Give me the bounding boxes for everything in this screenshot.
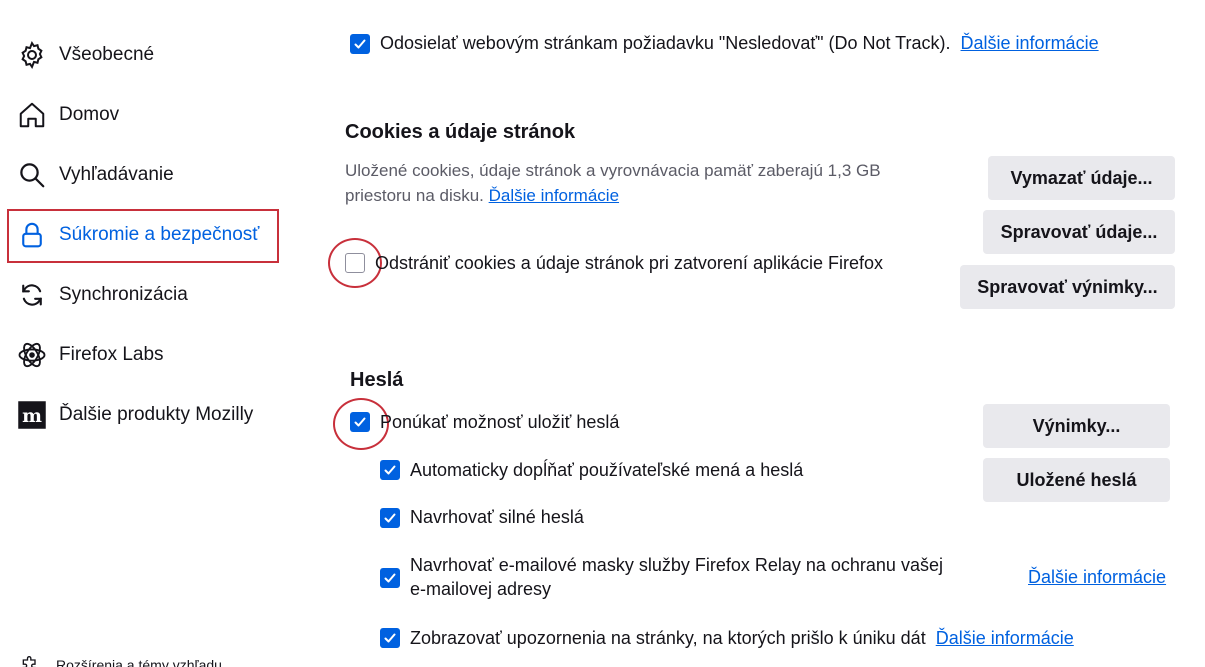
passwords-heading: Heslá [350, 369, 404, 391]
sidebar-item-label: Vyhľadávanie [59, 164, 174, 185]
breach-learn-more-link[interactable]: Ďalšie informácie [936, 628, 1074, 648]
checkmark-icon [384, 633, 396, 643]
sidebar-item-label: Synchronizácia [59, 284, 188, 305]
gear-icon [16, 39, 48, 71]
sidebar-item-home[interactable]: Domov [16, 95, 119, 135]
sync-icon [16, 279, 48, 311]
dnt-checkbox[interactable] [350, 34, 370, 54]
suggest-strong-passwords-label: Navrhovať silné heslá [410, 507, 584, 527]
mozilla-icon: m [16, 399, 48, 431]
checkmark-icon [384, 465, 396, 475]
home-icon [16, 99, 48, 131]
relay-masks-checkbox[interactable] [380, 568, 400, 588]
manage-data-button[interactable]: Spravovať údaje... [983, 210, 1175, 254]
checkmark-icon [384, 573, 396, 583]
password-exceptions-button[interactable]: Výnimky... [983, 404, 1170, 448]
dnt-learn-more-link[interactable]: Ďalšie informácie [961, 33, 1099, 53]
checkmark-icon [354, 39, 366, 49]
relay-masks-label: Navrhovať e-mailové masky služby Firefox… [410, 555, 943, 599]
sidebar-item-label: Ďalšie produkty Mozilly [59, 404, 254, 425]
sidebar-item-label: Všeobecné [59, 44, 155, 65]
sidebar: Všeobecné Domov Vyhľadávanie Súkromie a … [0, 0, 300, 667]
checkmark-icon [384, 513, 396, 523]
dnt-label: Odosielať webovým stránkam požiadavku "N… [380, 33, 1099, 53]
autofill-logins-checkbox[interactable] [380, 460, 400, 480]
lock-icon [16, 219, 48, 251]
sidebar-item-extensions[interactable]: Rozšírenia a témy vzhľadu [20, 655, 222, 667]
breach-alerts-checkbox[interactable] [380, 628, 400, 648]
delete-cookies-on-close-checkbox[interactable] [345, 253, 365, 273]
sidebar-item-label: Súkromie a bezpečnosť [59, 224, 260, 245]
checkmark-icon [354, 417, 366, 427]
cookies-learn-more-link[interactable]: Ďalšie informácie [489, 186, 619, 205]
labs-icon [16, 339, 48, 371]
relay-learn-more-link[interactable]: Ďalšie informácie [1028, 567, 1166, 588]
sidebar-item-labs[interactable]: Firefox Labs [16, 335, 164, 375]
sidebar-item-sync[interactable]: Synchronizácia [16, 275, 188, 315]
sidebar-item-label: Domov [59, 104, 120, 125]
suggest-strong-passwords-checkbox[interactable] [380, 508, 400, 528]
search-icon [16, 159, 48, 191]
sidebar-item-search[interactable]: Vyhľadávanie [16, 155, 174, 195]
puzzle-icon [20, 655, 40, 667]
breach-alerts-label: Zobrazovať upozornenia na stránky, na kt… [410, 628, 1074, 648]
clear-data-button[interactable]: Vymazať údaje... [988, 156, 1175, 200]
sidebar-item-mozilla[interactable]: m Ďalšie produkty Mozilly [16, 395, 253, 435]
sidebar-footer-label: Rozšírenia a témy vzhľadu [56, 657, 222, 667]
delete-cookies-on-close-label: Odstrániť cookies a údaje stránok pri za… [375, 253, 883, 273]
saved-passwords-button[interactable]: Uložené heslá [983, 458, 1170, 502]
main-content: Odosielať webovým stránkam požiadavku "N… [300, 0, 1205, 667]
sidebar-item-general[interactable]: Všeobecné [16, 35, 154, 75]
offer-save-passwords-label: Ponúkať možnosť uložiť heslá [380, 412, 620, 432]
autofill-logins-label: Automaticky dopĺňať používateľské mená a… [410, 460, 804, 480]
offer-save-passwords-checkbox[interactable] [350, 412, 370, 432]
svg-text:m: m [22, 405, 42, 427]
manage-exceptions-button[interactable]: Spravovať výnimky... [960, 265, 1175, 309]
cookies-description: Uložené cookies, údaje stránok a vyrovná… [345, 161, 881, 205]
sidebar-item-label: Firefox Labs [59, 344, 164, 365]
sidebar-item-privacy[interactable]: Súkromie a bezpečnosť [16, 215, 259, 255]
cookies-heading: Cookies a údaje stránok [345, 121, 576, 143]
